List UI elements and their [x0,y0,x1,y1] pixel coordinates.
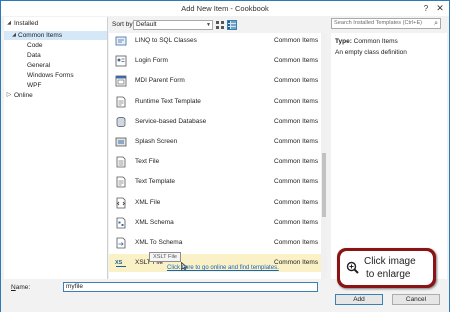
template-item-category: Common Items [274,178,319,186]
grid-view-icon [216,21,224,29]
chevron-down-icon: ▼ [206,22,211,28]
type-row: Type: Common Items [335,38,398,45]
database-icon [116,116,126,127]
linq-icon [115,36,127,46]
tree-item-common-items[interactable]: ◢ Common Items [4,31,107,40]
template-item-name: XML File [135,198,161,206]
close-button[interactable]: ✕ [435,4,445,13]
sort-by-value: Default [136,21,157,28]
tree-item-code[interactable]: Code [27,41,43,50]
help-button[interactable]: ? [421,4,431,13]
template-item[interactable]: XML File Common Items [109,194,321,212]
collapse-arrow-icon[interactable]: ◢ [11,31,17,40]
template-item-category: Common Items [274,239,319,246]
magnifier-plus-icon [346,261,359,274]
login-form-icon [115,55,127,67]
template-item-category: Common Items [274,198,319,206]
template-item-category: Common Items [274,138,319,145]
template-item[interactable]: Login Form Common Items [109,52,321,70]
type-label: Type: [335,38,352,45]
template-item-category: Common Items [274,57,319,65]
template-item-name: MDI Parent Form [135,77,185,85]
sort-toolbar: Sort by: Default ▼ [111,19,325,31]
item-tooltip: XSLT File [149,252,182,262]
tree-item-windows-forms[interactable]: Windows Forms [27,71,74,80]
template-item-name: Text Template [135,178,175,186]
template-item-category: Common Items [274,218,319,226]
xml-to-schema-icon [116,237,126,249]
badge-inner: Click image to enlarge [340,251,433,285]
template-item[interactable]: LINQ to SQL Classes Common Items [109,33,321,50]
title-bar: Add New Item - Cookbook ? ✕ [1,1,449,16]
sort-by-select[interactable]: Default ▼ [133,20,213,30]
click-to-enlarge-badge[interactable]: Click image to enlarge [337,248,436,288]
text-template-icon [116,96,126,107]
template-item-name: XML To Schema [135,239,183,246]
template-item-category: Common Items [274,37,319,44]
template-item-name: Login Form [135,57,168,65]
template-item-name: Service-based Database [135,117,207,125]
tree-item-label: Online [14,92,33,99]
splash-screen-icon [115,137,127,147]
badge-line-1: Click image [364,256,416,267]
cancel-button[interactable]: Cancel [392,294,440,305]
text-file-icon [116,156,126,168]
search-input[interactable]: Search Installed Templates (Ctrl+E) ⌕ [331,18,441,29]
template-item-category: Common Items [274,97,319,105]
mdi-form-icon [115,75,127,87]
search-icon[interactable]: ⌕ [434,19,438,28]
xslt-file-icon: XS [115,260,126,268]
collapse-arrow-icon[interactable]: ◢ [6,19,12,28]
template-item-name: Splash Screen [135,138,178,145]
sort-by-label: Sort by: [112,21,135,28]
template-item[interactable]: Runtime Text Template Common Items [109,93,321,111]
template-item[interactable]: XML Schema Common Items [109,214,321,232]
expand-arrow-icon[interactable]: ▷ [6,91,12,100]
template-item-category: Common Items [274,77,319,85]
template-item[interactable]: MDI Parent Form Common Items [109,72,321,90]
tree-item-wpf[interactable]: WPF [27,81,41,90]
template-item-name: Text File [135,158,160,166]
template-item-category: Common Items [274,259,319,267]
xml-file-icon [116,197,126,208]
template-item[interactable]: Text Template Common Items [109,173,321,191]
template-list: XS XSLT File Common Items XML To Schema Comm… [109,33,327,279]
template-description: An empty class definition [335,49,407,56]
find-templates-online-link[interactable]: Click here to go online and find templat… [167,265,279,271]
list-view-icon [228,21,236,29]
template-item[interactable]: Text File Common Items [109,153,321,171]
template-item-category: Common Items [274,158,319,166]
tree-item-label: Installed [14,20,39,27]
details-panel: Type: Common Items An empty class defini… [331,33,447,279]
vertical-scrollbar[interactable] [321,33,327,279]
list-view-button[interactable] [227,20,237,30]
tree-item-data[interactable]: Data [27,51,41,60]
add-new-item-dialog: Add New Item - Cookbook ? ✕ ◢ Installed … [0,0,450,312]
medium-icons-view-button[interactable] [215,20,225,30]
name-field[interactable]: myfile [63,282,318,292]
template-item[interactable]: Splash Screen Common Items [109,133,321,151]
template-item-category: Common Items [274,117,319,125]
template-item-name: LINQ to SQL Classes [135,37,197,44]
text-template-icon [116,176,126,188]
window-title: Add New Item - Cookbook [181,4,269,13]
tree-item-general[interactable]: General [27,61,50,70]
template-tree: ◢ Installed ◢ Common Items Code Data Gen… [4,17,108,279]
template-item-name: XML Schema [135,218,174,226]
tree-item-label: Common Items [18,32,63,39]
template-item-name: Runtime Text Template [135,97,201,105]
badge-line-2: to enlarge [366,269,411,280]
name-label: Name: [11,284,31,291]
search-placeholder: Search Installed Templates (Ctrl+E) [334,20,423,26]
template-item[interactable]: XML To Schema Common Items [109,234,321,252]
xml-schema-icon [116,217,126,229]
add-button[interactable]: Add [335,294,383,305]
template-item[interactable]: Service-based Database Common Items [109,113,321,131]
type-value: Common Items [353,38,398,45]
scrollbar-thumb[interactable] [322,153,326,217]
svg-text:XS: XS [115,260,123,266]
